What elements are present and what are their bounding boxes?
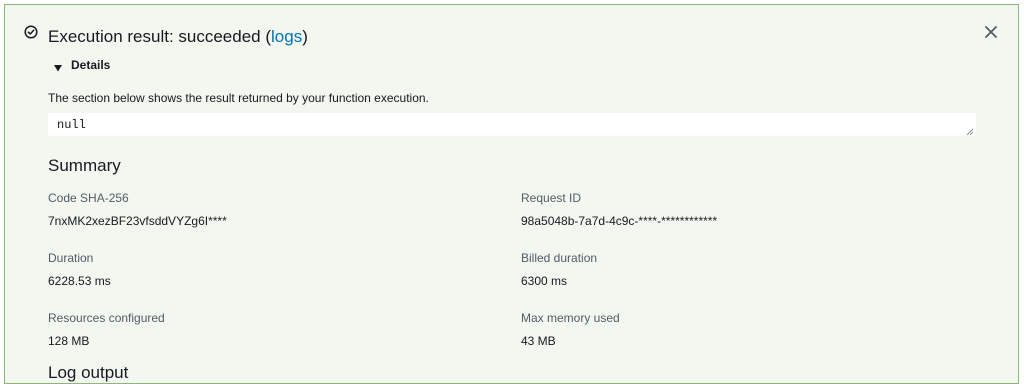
result-header: Execution result: succeeded (logs) [5, 5, 1018, 61]
result-title-text: Execution result: succeeded [48, 27, 261, 46]
code-sha-label: Code SHA-256 [48, 191, 129, 205]
code-sha-value: 7nxMK2xezBF23vfsddVYZg6I**** [48, 214, 227, 228]
duration-label: Duration [48, 251, 94, 265]
close-icon [985, 26, 997, 38]
result-output-value: null [57, 118, 86, 132]
log-output-heading: Log output [48, 363, 129, 382]
request-id-label: Request ID [521, 191, 582, 205]
billed-duration-value: 6300 ms [521, 274, 568, 288]
check-circle-icon [24, 25, 38, 39]
result-title: Execution result: succeeded (logs) [48, 26, 308, 48]
logs-link[interactable]: logs [271, 27, 302, 46]
title-paren-open: ( [260, 27, 272, 46]
billed-duration-label: Billed duration [521, 251, 598, 265]
resources-configured-label: Resources configured [48, 311, 165, 325]
details-label: Details [71, 58, 111, 72]
duration-value: 6228.53 ms [48, 274, 111, 288]
title-paren-close: ) [302, 27, 308, 46]
resize-handle-icon[interactable] [966, 126, 974, 136]
resources-configured-value: 128 MB [48, 334, 90, 348]
max-memory-label: Max memory used [521, 311, 620, 325]
max-memory-value: 43 MB [521, 334, 556, 348]
caret-down-icon [53, 60, 63, 72]
details-toggle[interactable]: Details [53, 56, 110, 74]
close-button[interactable] [982, 23, 1000, 41]
request-id-value: 98a5048b-7a7d-4c9c-****-************ [521, 214, 718, 228]
execution-result-panel: Execution result: succeeded (logs) Detai… [4, 4, 1019, 384]
details-description: The section below shows the result retur… [48, 91, 429, 105]
summary-heading: Summary [48, 156, 121, 175]
result-output-textarea[interactable]: null [47, 112, 977, 137]
